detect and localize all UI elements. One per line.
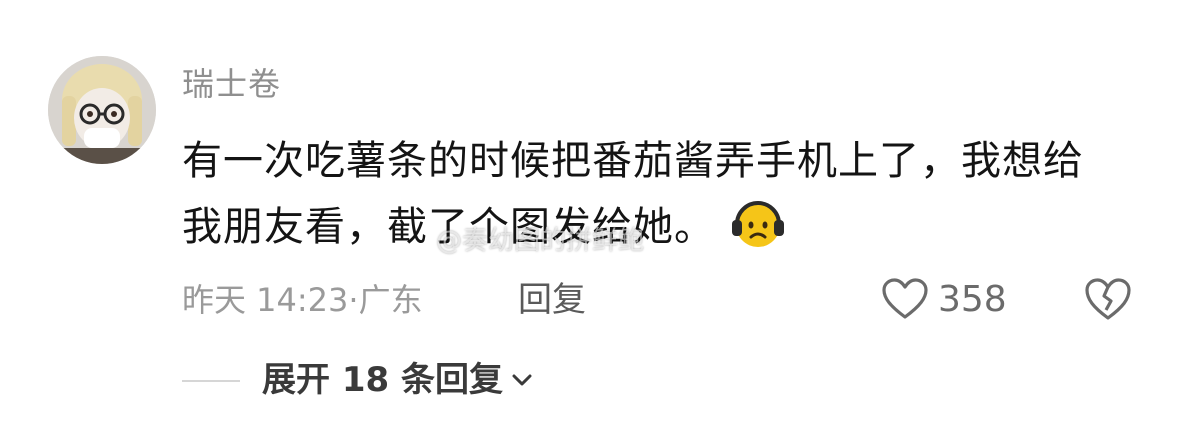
timestamp: 昨天 14:23	[182, 281, 349, 319]
expand-replies-label: 展开 18 条回复	[262, 360, 503, 400]
like-count: 358	[938, 278, 1007, 320]
meta-separator: ·	[348, 281, 359, 319]
comment-item: 瑞士卷 有一次吃薯条的时候把番茄酱弄手机上了，我想给我朋友看，截了个图发给她。 …	[0, 0, 1179, 442]
username[interactable]: 瑞士卷	[182, 64, 281, 104]
reply-button[interactable]: 回复	[518, 278, 586, 322]
sad-headphones-emoji-icon	[732, 201, 784, 247]
expand-replies-button[interactable]: 展开 18 条回复	[262, 358, 533, 402]
location: 广东	[358, 281, 423, 319]
avatar-image	[48, 56, 156, 164]
like-button[interactable]: 358	[882, 274, 1007, 324]
comment-text: 有一次吃薯条的时候把番茄酱弄手机上了，我想给我朋友看，截了个图发给她。	[182, 138, 1084, 250]
comment-meta: 昨天 14:23·广东	[182, 278, 423, 322]
comment-body: 有一次吃薯条的时候把番茄酱弄手机上了，我想给我朋友看，截了个图发给她。	[182, 128, 1112, 260]
expand-divider	[182, 380, 240, 382]
avatar[interactable]	[48, 56, 156, 164]
broken-heart-icon[interactable]	[1084, 276, 1132, 322]
heart-icon	[882, 278, 928, 319]
chevron-down-icon	[512, 374, 532, 386]
